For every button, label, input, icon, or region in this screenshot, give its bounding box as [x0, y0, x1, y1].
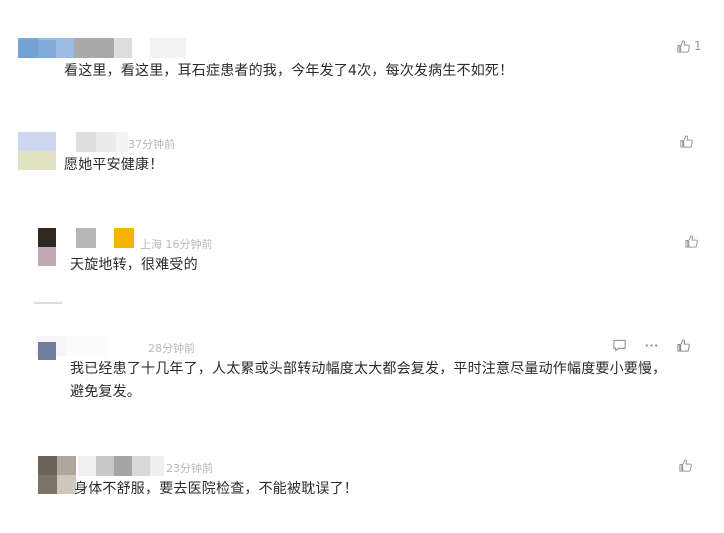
like-button[interactable] [676, 456, 694, 474]
thumbs-up-icon [678, 458, 692, 472]
comment-text: 身体不舒服，要去医院检查，不能被耽误了！ [74, 481, 358, 497]
avatar[interactable] [38, 456, 76, 494]
comment-item: 23分钟前 身体不舒服，要去医院检查，不能被耽误了！ [0, 0, 724, 533]
comment-meta: 23分钟前 [166, 462, 213, 475]
username-obscured[interactable] [78, 456, 164, 476]
